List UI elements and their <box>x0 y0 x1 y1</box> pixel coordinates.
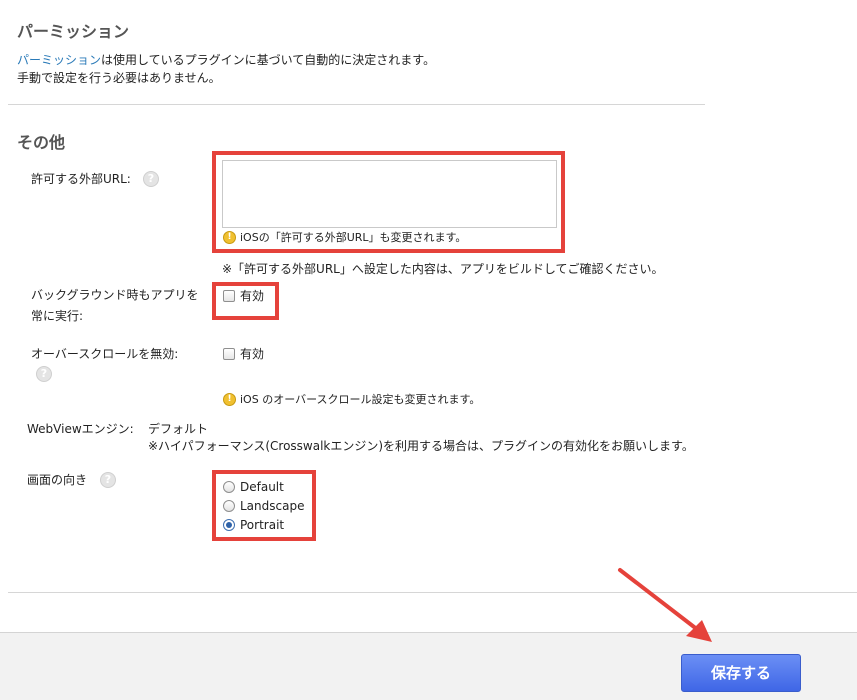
external-url-label: 許可する外部URL: <box>31 172 131 186</box>
background-run-label-line1: バックグラウンド時もアプリを <box>31 288 199 302</box>
overscroll-help-icon[interactable]: ? <box>36 366 52 382</box>
annotation-arrow-icon <box>618 568 712 642</box>
background-run-checkbox[interactable] <box>223 290 235 302</box>
overscroll-checkbox-label[interactable]: 有効 <box>240 345 264 363</box>
background-run-label-line2: 常に実行: <box>31 309 84 323</box>
warning-icon: ! <box>223 231 236 244</box>
background-run-checkbox-label[interactable]: 有効 <box>240 287 264 305</box>
orientation-option-portrait[interactable]: Portrait <box>240 516 284 534</box>
webview-engine-value: デフォルト <box>148 422 209 436</box>
orientation-radio-default[interactable] <box>223 481 235 493</box>
orientation-option-default[interactable]: Default <box>240 478 284 496</box>
orientation-label: 画面の向き <box>27 473 88 487</box>
overscroll-label: オーバースクロールを無効: <box>31 347 179 361</box>
permissions-description: パーミッションは使用しているプラグインに基づいて自動的に決定されます。 <box>17 51 435 69</box>
permissions-link[interactable]: パーミッション <box>17 53 101 67</box>
external-url-help-icon[interactable]: ? <box>143 171 159 187</box>
permissions-description-text: は使用しているプラグインに基づいて自動的に決定されます。 <box>101 53 436 67</box>
external-url-build-note: ※「許可する外部URL」へ設定した内容は、アプリをビルドしてご確認ください。 <box>222 262 664 276</box>
orientation-option-landscape[interactable]: Landscape <box>240 497 304 515</box>
orientation-help-icon[interactable]: ? <box>100 472 116 488</box>
external-url-input[interactable] <box>222 160 557 228</box>
external-url-ios-note: iOSの「許可する外部URL」も変更されます。 <box>240 231 467 244</box>
section-divider <box>8 104 705 105</box>
webview-engine-label: WebViewエンジン: <box>27 422 134 436</box>
permissions-description-line2: 手動で設定を行う必要はありません。 <box>17 71 221 85</box>
overscroll-checkbox[interactable] <box>223 348 235 360</box>
warning-icon: ! <box>223 393 236 406</box>
orientation-radio-portrait[interactable] <box>223 519 235 531</box>
overscroll-ios-note: iOS のオーバースクロール設定も変更されます。 <box>240 393 481 406</box>
other-section-title: その他 <box>17 133 66 152</box>
permissions-title: パーミッション <box>17 22 130 41</box>
save-button[interactable]: 保存する <box>681 654 801 692</box>
orientation-radio-landscape[interactable] <box>223 500 235 512</box>
webview-engine-note: ※ハイパフォーマンス(Crosswalkエンジン)を利用する場合は、プラグインの… <box>148 439 694 453</box>
